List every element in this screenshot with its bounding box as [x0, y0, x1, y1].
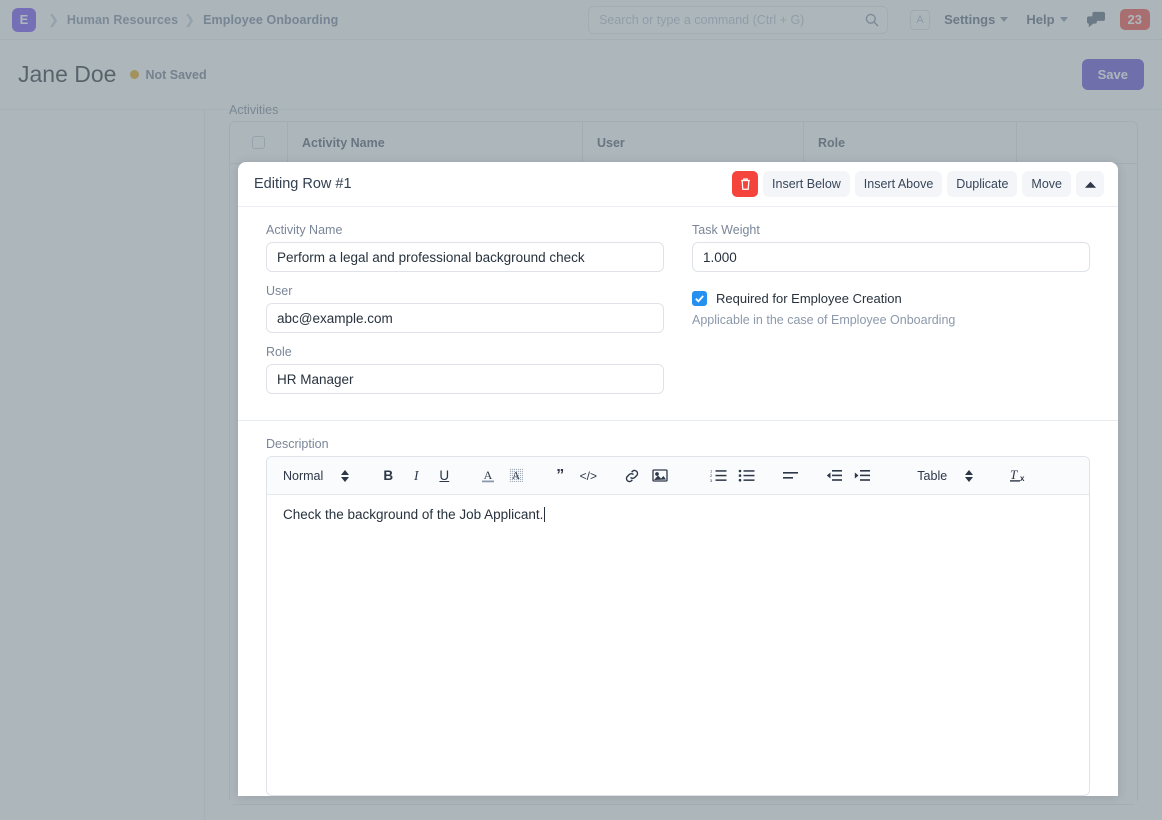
check-icon: [695, 295, 704, 303]
activity-name-input[interactable]: [266, 242, 664, 272]
svg-text:A: A: [512, 470, 520, 482]
editor-toolbar: Normal B I U A A ” </> 1 2 3 Table T x: [267, 457, 1089, 495]
field-role: Role: [266, 345, 664, 394]
outdent-button[interactable]: [821, 462, 847, 490]
form-column-right: Task Weight Required for Employee Creati…: [692, 223, 1090, 406]
ordered-list-button[interactable]: 1 2 3: [705, 462, 731, 490]
field-required-for-employee-creation[interactable]: Required for Employee Creation: [692, 291, 1090, 306]
table-select[interactable]: Table: [909, 469, 981, 483]
row-editor-form: Activity Name User Role Task Weight: [238, 207, 1118, 420]
role-label: Role: [266, 345, 292, 359]
row-editor-actions: Insert Below Insert Above Duplicate Move: [732, 171, 1104, 197]
ordered-list-icon: 1 2 3: [710, 469, 727, 483]
clear-format-button[interactable]: T x: [1005, 462, 1031, 490]
svg-text:3: 3: [710, 478, 713, 483]
bold-button[interactable]: B: [375, 462, 401, 490]
highlight-icon: A: [509, 468, 524, 482]
app-root: E ❯ Human Resources ❯ Employee Onboardin…: [0, 0, 1162, 820]
table-select-value: Table: [917, 468, 948, 483]
row-editor-title: Editing Row #1: [254, 176, 352, 192]
activity-name-label: Activity Name: [266, 223, 343, 237]
required-checkbox[interactable]: [692, 291, 707, 306]
svg-text:A: A: [484, 468, 493, 482]
user-label: User: [266, 284, 293, 298]
font-color-icon: A: [482, 468, 495, 483]
svg-text:x: x: [1020, 474, 1025, 483]
underline-button[interactable]: U: [431, 462, 457, 490]
description-section: Description Normal B I U A A ” </> 1 2 3…: [238, 421, 1118, 796]
trash-icon: [740, 178, 750, 190]
task-weight-input[interactable]: [692, 242, 1090, 272]
select-arrows-icon: [965, 469, 974, 482]
delete-row-button[interactable]: [732, 171, 759, 197]
select-arrows-icon: [341, 469, 350, 482]
align-left-icon: [782, 472, 798, 479]
code-button[interactable]: </>: [575, 462, 601, 490]
duplicate-button[interactable]: Duplicate: [947, 171, 1018, 197]
link-button[interactable]: [619, 462, 645, 490]
clear-format-icon: T x: [1009, 467, 1025, 483]
link-icon: [626, 469, 639, 482]
field-user: User: [266, 284, 664, 333]
code-icon: </>: [579, 468, 597, 483]
text-style-select[interactable]: Normal: [275, 469, 357, 483]
quote-icon: ”: [556, 466, 565, 484]
chevron-up-icon: [1084, 181, 1096, 188]
text-style-value: Normal: [283, 468, 324, 483]
indent-button[interactable]: [849, 462, 875, 490]
task-weight-label: Task Weight: [692, 223, 760, 237]
align-button[interactable]: [777, 462, 803, 490]
editor-content-area[interactable]: Check the background of the Job Applican…: [267, 495, 1089, 795]
highlight-button[interactable]: A: [503, 462, 529, 490]
text-cursor: [544, 507, 546, 522]
insert-below-button[interactable]: Insert Below: [763, 171, 850, 197]
field-task-weight: Task Weight: [692, 223, 1090, 272]
image-button[interactable]: [647, 462, 673, 490]
description-label: Description: [266, 437, 329, 451]
required-help-text: Applicable in the case of Employee Onboa…: [692, 313, 956, 327]
svg-text:T: T: [1010, 467, 1018, 482]
outdent-icon: [826, 469, 842, 481]
row-editor-header: Editing Row #1 Insert Below Insert Above…: [238, 162, 1118, 207]
image-icon: [652, 469, 668, 482]
move-button[interactable]: Move: [1022, 171, 1071, 197]
role-input[interactable]: [266, 364, 664, 394]
bullet-list-icon: [738, 469, 755, 482]
required-checkbox-label: Required for Employee Creation: [716, 291, 902, 306]
row-editor-panel: Editing Row #1 Insert Below Insert Above…: [238, 162, 1118, 796]
bullet-list-button[interactable]: [733, 462, 759, 490]
form-column-left: Activity Name User Role: [266, 223, 664, 406]
rich-text-editor: Normal B I U A A ” </> 1 2 3 Table T x C…: [266, 456, 1090, 796]
collapse-button[interactable]: [1076, 171, 1104, 197]
insert-above-button[interactable]: Insert Above: [854, 171, 943, 197]
blockquote-button[interactable]: ”: [547, 462, 573, 490]
italic-button[interactable]: I: [403, 462, 429, 490]
font-color-button[interactable]: A: [475, 462, 501, 490]
field-activity-name: Activity Name: [266, 223, 664, 272]
user-input[interactable]: [266, 303, 664, 333]
indent-icon: [854, 469, 870, 481]
editor-text: Check the background of the Job Applican…: [283, 507, 544, 522]
